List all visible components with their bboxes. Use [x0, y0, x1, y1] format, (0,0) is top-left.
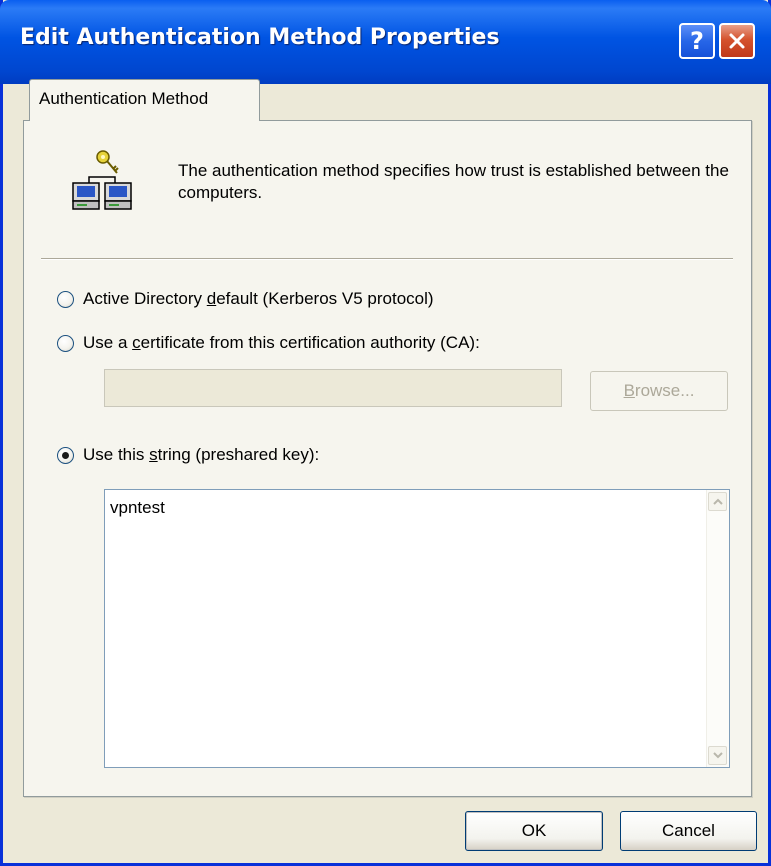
- help-button[interactable]: ?: [679, 23, 715, 59]
- radio-kerberos[interactable]: [57, 290, 74, 308]
- ok-button[interactable]: OK: [465, 811, 603, 851]
- scroll-down-button[interactable]: [708, 746, 727, 765]
- radio-certificate[interactable]: [57, 334, 74, 352]
- dialog-window: Edit Authentication Method Properties ? …: [0, 0, 771, 866]
- cancel-label: Cancel: [662, 821, 715, 840]
- radio-certificate-row[interactable]: Use a certificate from this certificatio…: [57, 333, 480, 353]
- title-bar[interactable]: Edit Authentication Method Properties ?: [0, 0, 771, 84]
- two-computers-key-icon: [72, 150, 132, 210]
- scroll-up-button[interactable]: [708, 492, 727, 511]
- close-icon: [729, 33, 745, 49]
- radio-kerberos-label[interactable]: Active Directory default (Kerberos V5 pr…: [83, 289, 434, 309]
- preshared-key-value: vpntest: [110, 498, 165, 517]
- radio-kerberos-row[interactable]: Active Directory default (Kerberos V5 pr…: [57, 289, 434, 309]
- chevron-down-icon: [712, 752, 723, 759]
- tab-panel: The authentication method specifies how …: [23, 120, 752, 797]
- separator: [41, 258, 733, 260]
- description-text: The authentication method specifies how …: [178, 161, 729, 202]
- tab-authentication-method[interactable]: Authentication Method: [29, 79, 260, 121]
- vertical-scrollbar[interactable]: [706, 490, 729, 767]
- radio-preshared[interactable]: [57, 446, 74, 464]
- radio-certificate-label[interactable]: Use a certificate from this certificatio…: [83, 333, 480, 353]
- preshared-key-textarea[interactable]: vpntest: [104, 489, 730, 768]
- close-button[interactable]: [719, 23, 755, 59]
- help-icon: ?: [690, 27, 704, 55]
- radio-preshared-row[interactable]: Use this string (preshared key):: [57, 445, 319, 465]
- radio-preshared-label[interactable]: Use this string (preshared key):: [83, 445, 319, 465]
- certificate-authority-field[interactable]: [104, 369, 562, 407]
- window-title: Edit Authentication Method Properties: [20, 25, 500, 50]
- browse-label: Browse...: [623, 381, 695, 400]
- tab-label: Authentication Method: [39, 89, 209, 108]
- browse-button[interactable]: Browse...: [590, 371, 728, 411]
- chevron-up-icon: [712, 498, 723, 505]
- cancel-button[interactable]: Cancel: [620, 811, 757, 851]
- ok-label: OK: [521, 821, 547, 840]
